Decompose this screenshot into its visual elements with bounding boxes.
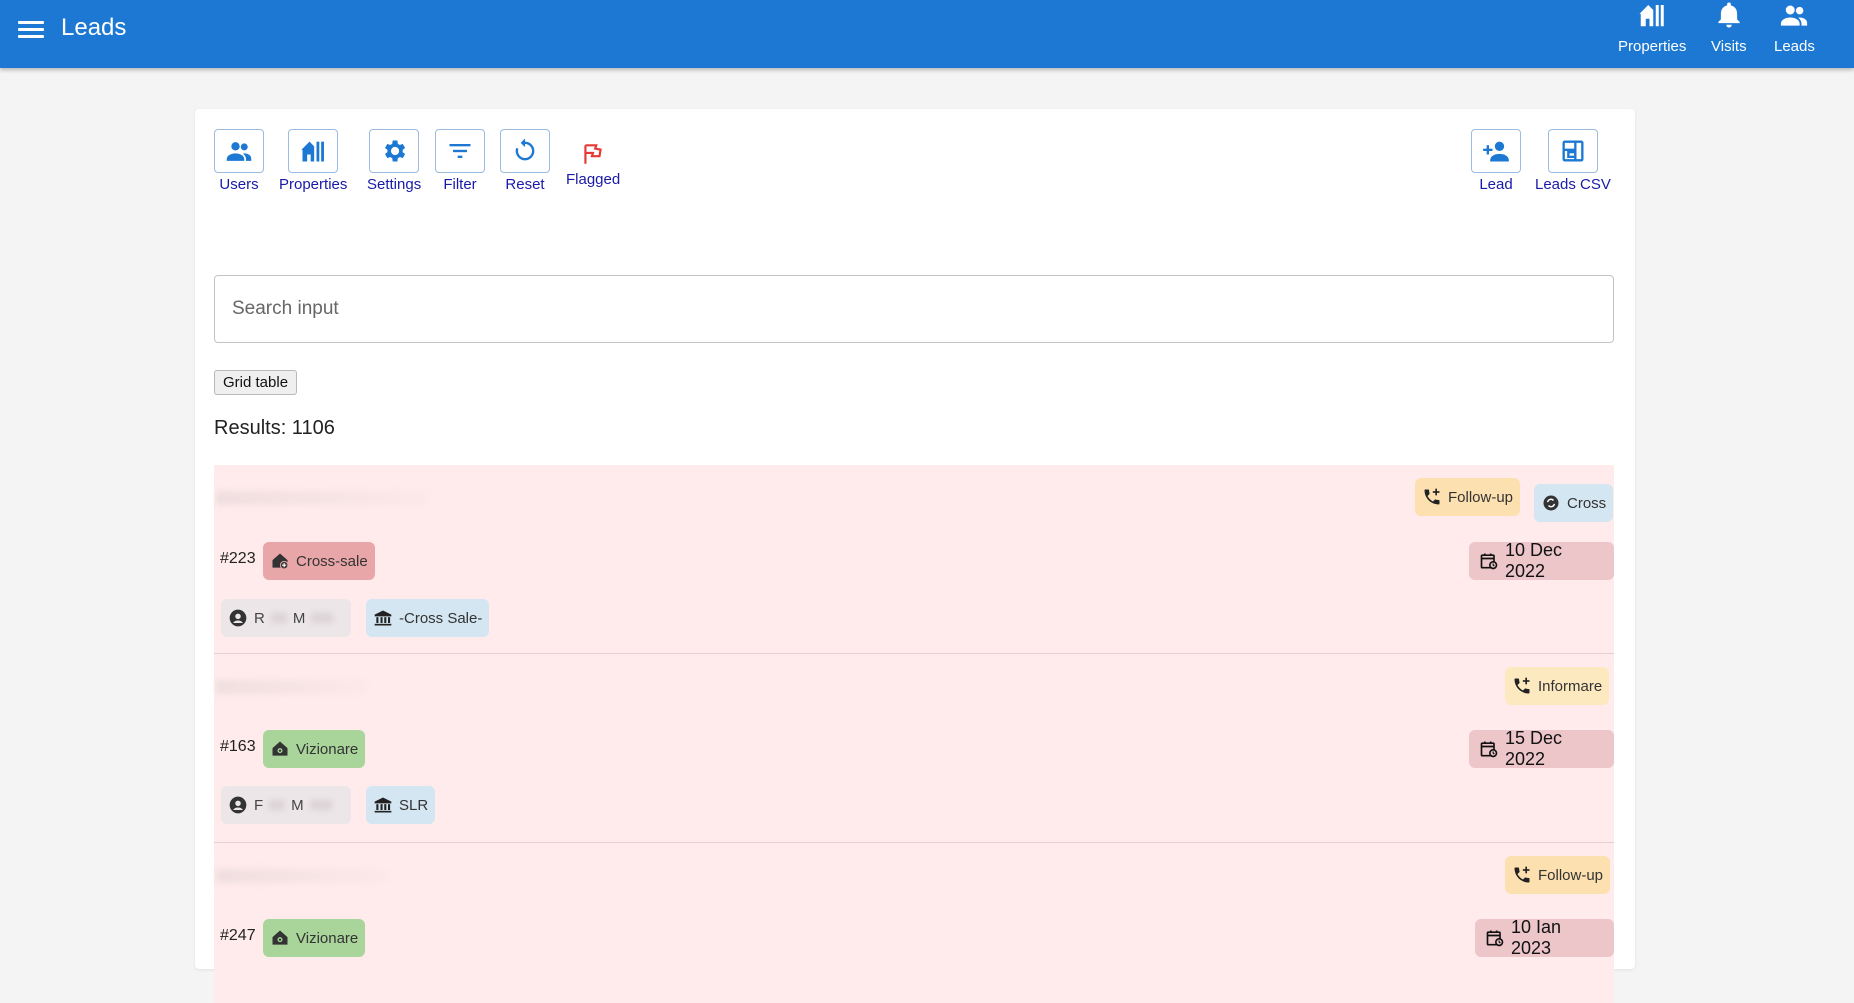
- house-visit-icon: [272, 741, 288, 756]
- properties-icon: [1639, 5, 1664, 27]
- leads-csv-button[interactable]: Leads CSV: [1535, 129, 1611, 193]
- lead-status-chip[interactable]: Vizionare: [263, 919, 366, 957]
- nav-properties-label: Properties: [1618, 38, 1687, 55]
- person-add-icon: [1483, 141, 1509, 162]
- lead-row[interactable]: Follow-up Cross #223 Cross-sale 10 Dec 2…: [214, 465, 1614, 654]
- users-button[interactable]: Users: [214, 129, 264, 193]
- settings-button[interactable]: Settings: [367, 129, 421, 193]
- properties-button-label: Properties: [279, 176, 348, 193]
- lead-status-label: Vizionare: [296, 740, 359, 758]
- phone-plus-icon: [1424, 488, 1440, 505]
- lead-id: #163: [220, 738, 256, 755]
- nav-leads-label: Leads: [1774, 38, 1815, 55]
- top-app-bar: Leads Properties Visits Leads: [0, 0, 1854, 68]
- agent-chip[interactable]: F M: [221, 786, 351, 824]
- lead-date-chip: 15 Dec 2022: [1469, 728, 1614, 769]
- filter-icon: [449, 144, 471, 158]
- gear-icon: [385, 140, 406, 162]
- account-circle-icon: [229, 796, 247, 814]
- nav-leads[interactable]: Leads: [1774, 0, 1815, 55]
- source-label: SLR: [399, 796, 429, 814]
- lead-row[interactable]: Informare #163 Vizionare 15 Dec 2022 F M…: [214, 654, 1614, 843]
- flagged-button-label: Flagged: [566, 171, 621, 188]
- agent-second-initial: M: [292, 609, 306, 627]
- lead-date-chip: 10 Dec 2022: [1469, 540, 1614, 581]
- lead-status-label: Cross-sale: [296, 552, 368, 570]
- bell-icon: [1718, 2, 1740, 28]
- bank-icon: [374, 797, 392, 813]
- agent-second-initial: M: [291, 796, 304, 814]
- search-input[interactable]: [214, 275, 1614, 343]
- tag-chip[interactable]: Follow-up: [1505, 856, 1611, 894]
- account-circle-icon: [229, 609, 247, 627]
- house-visit-icon: [272, 930, 288, 945]
- page-title: Leads: [61, 14, 127, 41]
- source-chip[interactable]: -Cross Sale-: [366, 599, 490, 637]
- users-button-label: Users: [219, 176, 259, 193]
- tag-chip[interactable]: Follow-up: [1415, 478, 1521, 516]
- flagged-button[interactable]: Flagged: [566, 129, 620, 188]
- leads-csv-button-label: Leads CSV: [1535, 176, 1611, 193]
- nav-visits-label: Visits: [1711, 38, 1747, 55]
- lead-date: 10 Dec 2022: [1505, 540, 1563, 581]
- lead-date-chip: 10 Ian 2023: [1475, 917, 1614, 958]
- phone-plus-icon: [1514, 866, 1530, 883]
- add-lead-button-label: Lead: [1479, 176, 1513, 193]
- nav-visits[interactable]: Visits: [1711, 0, 1747, 55]
- reset-icon: [515, 138, 535, 161]
- properties-button[interactable]: Properties: [279, 129, 347, 193]
- results-count: Results: 1106: [214, 417, 335, 439]
- lead-id: #223: [220, 550, 256, 567]
- reset-button-label: Reset: [505, 176, 545, 193]
- flag-icon: [584, 144, 602, 164]
- house-plus-icon: [272, 553, 289, 570]
- grid-table-button[interactable]: Grid table: [214, 370, 298, 395]
- lead-status-label: Vizionare: [296, 929, 359, 947]
- tag-label: Follow-up: [1448, 488, 1514, 506]
- lead-status-chip[interactable]: Cross-sale: [263, 542, 375, 580]
- agent-initial: R: [254, 609, 265, 627]
- source-label: -Cross Sale-: [399, 609, 483, 627]
- filter-button[interactable]: Filter: [435, 129, 485, 193]
- lead-date: 10 Ian 2023: [1511, 917, 1562, 958]
- filter-button-label: Filter: [443, 176, 477, 193]
- calendar-clock-icon: [1480, 741, 1498, 758]
- nav-properties[interactable]: Properties: [1618, 0, 1686, 55]
- tag-label: Follow-up: [1538, 866, 1604, 884]
- lead-row[interactable]: Follow-up #247 Vizionare 10 Ian 2023: [214, 843, 1614, 1003]
- sync-icon: [1543, 495, 1559, 511]
- tag-label: Informare: [1538, 677, 1603, 695]
- calendar-clock-icon: [1480, 553, 1498, 570]
- lead-date: 15 Dec 2022: [1505, 728, 1563, 769]
- add-lead-button[interactable]: Lead: [1471, 129, 1521, 193]
- phone-plus-icon: [1514, 677, 1530, 694]
- settings-button-label: Settings: [367, 176, 422, 193]
- source-chip[interactable]: SLR: [366, 786, 436, 824]
- properties-icon: [301, 141, 325, 162]
- tag-label: Cross: [1567, 494, 1607, 512]
- reset-button[interactable]: Reset: [500, 129, 550, 193]
- bank-icon: [374, 610, 392, 626]
- agent-initial: F: [254, 796, 264, 814]
- lead-id: #247: [220, 927, 256, 944]
- tag-chip[interactable]: Informare: [1505, 667, 1610, 705]
- tag-chip[interactable]: Cross: [1534, 484, 1614, 522]
- leads-card: Users Properties Settings Filter Reset F…: [195, 109, 1635, 1003]
- csv-export-icon: [1562, 140, 1584, 162]
- lead-status-chip[interactable]: Vizionare: [263, 730, 366, 768]
- people-icon: [226, 142, 252, 161]
- agent-chip[interactable]: R M: [221, 599, 351, 637]
- calendar-clock-icon: [1486, 930, 1504, 947]
- people-icon: [1781, 5, 1808, 26]
- menu-icon[interactable]: [18, 17, 44, 43]
